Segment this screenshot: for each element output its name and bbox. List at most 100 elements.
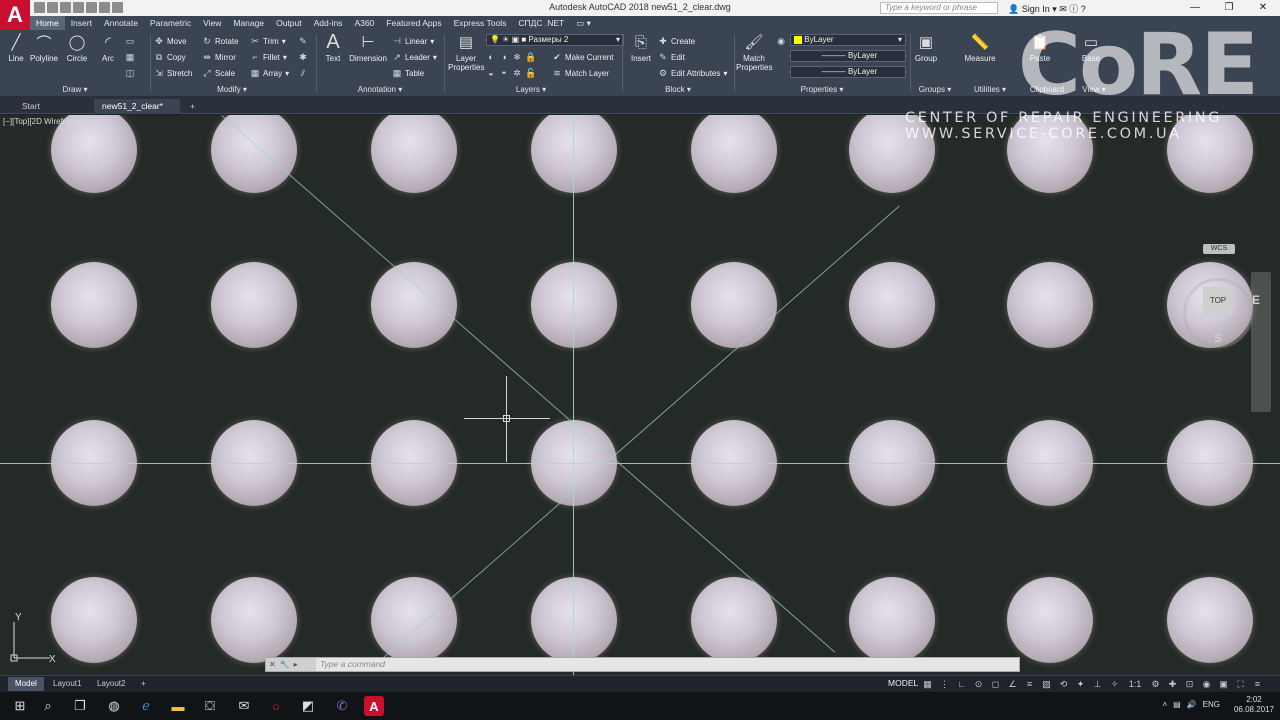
block-panel-title[interactable]: Block ▾ (624, 85, 732, 94)
properties-panel-title[interactable]: Properties ▾ (736, 85, 908, 94)
base-view-button[interactable]: ▭ Base (1078, 32, 1104, 63)
viewcube-top-face[interactable]: TOP (1203, 287, 1233, 315)
match-properties-button[interactable]: 🖌 Match Properties (736, 32, 772, 72)
tab-layout1[interactable]: Layout1 (46, 677, 88, 691)
tab-annotate[interactable]: Annotate (98, 16, 144, 30)
language-indicator[interactable]: ENG (1203, 700, 1220, 709)
paste-button[interactable]: 📋 Paste (1026, 32, 1054, 63)
search-icon[interactable]: ⌕ (38, 696, 58, 716)
windows-start-icon[interactable]: ⊞ (10, 696, 30, 716)
recent-commands-icon[interactable]: ▸ (294, 658, 298, 671)
move-button[interactable]: ✥ Move (154, 36, 186, 46)
app-icon[interactable]: ◩ (298, 696, 318, 716)
region-button[interactable]: ◫ (125, 68, 135, 78)
opera-icon[interactable]: ○ (266, 696, 286, 716)
trim-button[interactable]: ✂ Trim ▾ (250, 36, 286, 46)
grid-icon[interactable]: ▦ (922, 679, 933, 690)
layer-properties-button[interactable]: ▤ Layer Properties (448, 32, 484, 72)
tab-output[interactable]: Output (270, 16, 308, 30)
erase-button[interactable]: ✎ (298, 36, 308, 46)
otrack-icon[interactable]: ∠ (1007, 679, 1018, 690)
layer-freeze-icon[interactable]: ❄ (512, 52, 522, 62)
tab-add-ins[interactable]: Add-ins (308, 16, 349, 30)
sign-in-link[interactable]: 👤 Sign In ▾ ✉ ⓘ ? (1008, 2, 1086, 15)
wcs-menu[interactable]: WCS (1203, 244, 1235, 254)
tab-home[interactable]: Home (30, 16, 65, 30)
leader-button[interactable]: ↗ Leader ▾ (392, 52, 437, 62)
layer-dropdown[interactable]: 💡 ☀ ▣ ■ Размеры 2 ▾ (486, 34, 624, 46)
compass-west[interactable]: W (1179, 293, 1190, 307)
3d-osnap-icon[interactable]: ✦ (1075, 679, 1086, 690)
make-current-button[interactable]: ✔ Make Current (552, 52, 613, 62)
mirror-button[interactable]: ⇹ Mirror (202, 52, 236, 62)
edit-attributes-button[interactable]: ⚙ Edit Attributes ▾ (658, 68, 727, 78)
maximize-button[interactable]: ❐ (1212, 0, 1246, 16)
customization-icon[interactable]: ≡ (1252, 679, 1263, 690)
close-button[interactable]: ✕ (1246, 0, 1280, 16)
customize-icon[interactable]: 🔧 (280, 658, 290, 671)
tab-start[interactable]: Start (14, 99, 48, 114)
file-explorer-icon[interactable]: ▬ (168, 696, 188, 716)
chrome-icon[interactable]: ◍ (104, 696, 124, 716)
clean-screen-icon[interactable]: ⛶ (1235, 679, 1246, 690)
tab-layout2[interactable]: Layout2 (90, 677, 132, 691)
group-button[interactable]: ▣ Group (914, 32, 938, 63)
scale-button[interactable]: ⤢ Scale (202, 68, 235, 78)
layer-lock-icon[interactable]: 🔒 (525, 52, 536, 62)
ucs-dynamic-icon[interactable]: ⊥ (1092, 679, 1103, 690)
tab-express-tools[interactable]: Express Tools (448, 16, 513, 30)
tab-featured-apps[interactable]: Featured Apps (380, 16, 447, 30)
annotation-scale[interactable]: 1:1 (1126, 679, 1144, 690)
tray-overflow-icon[interactable]: ˄ (1162, 700, 1167, 709)
lineweight-icon[interactable]: ≡ (1024, 679, 1035, 690)
polyline-button[interactable]: ⌒ Polyline (28, 32, 60, 64)
offset-button[interactable]: ⫽ (298, 68, 308, 78)
utilities-panel-title[interactable]: Utilities ▾ (960, 85, 1020, 94)
arc-button[interactable]: ◜ Arc (95, 32, 121, 63)
hardware-acceleration-icon[interactable]: ▣ (1218, 679, 1229, 690)
selection-cycling-icon[interactable]: ⟲ (1058, 679, 1069, 690)
linear-button[interactable]: ⊣ Linear ▾ (392, 36, 434, 46)
snap-icon[interactable]: ⋮ (939, 679, 950, 690)
command-line[interactable]: ✕ 🔧 ▸ Type a command (265, 657, 1020, 672)
view-panel-title[interactable]: View ▾ (1074, 85, 1114, 94)
match-layer-button[interactable]: ≋ Match Layer (552, 68, 609, 78)
table-button[interactable]: ▦ Table (392, 68, 424, 78)
lineweight-dropdown[interactable]: ——— ByLayer (790, 66, 906, 78)
workspace-gear-icon[interactable]: ⚙ (1150, 679, 1161, 690)
tab-insert[interactable]: Insert (65, 16, 98, 30)
close-command-line-icon[interactable]: ✕ (269, 658, 276, 671)
clock[interactable]: 2:02 06.08.2017 (1234, 695, 1274, 715)
tab-spds-net[interactable]: СПДС .NET (512, 16, 570, 30)
fillet-button[interactable]: ⌐ Fillet ▾ (250, 52, 287, 62)
compass-south[interactable]: S (1214, 331, 1222, 345)
annotation-visibility-icon[interactable]: ✧ (1109, 679, 1120, 690)
ribbon-toggle-icon[interactable]: ▭ ▾ (570, 16, 597, 30)
tab-a360[interactable]: A360 (348, 16, 380, 30)
transparency-icon[interactable]: ▨ (1041, 679, 1052, 690)
edge-icon[interactable]: ℯ (136, 696, 156, 716)
color-dropdown[interactable]: ByLayer ▾ (790, 34, 906, 46)
isolate-objects-icon[interactable]: ◉ (1201, 679, 1212, 690)
compass-east[interactable]: E (1252, 293, 1260, 307)
command-input[interactable]: Type a command (320, 659, 385, 669)
search-input[interactable]: Type a keyword or phrase (880, 2, 998, 14)
hatch-button[interactable]: ▦ (125, 52, 135, 62)
text-button[interactable]: A Text (320, 31, 346, 64)
layer-on-icon[interactable]: ◒ (486, 68, 496, 78)
layers-panel-title[interactable]: Layers ▾ (446, 85, 616, 94)
mail-icon[interactable]: ✉ (234, 696, 254, 716)
edit-block-button[interactable]: ✎ Edit (658, 52, 685, 62)
application-menu-button[interactable]: A (0, 0, 30, 30)
volume-icon[interactable]: 🔊 (1187, 700, 1197, 709)
units-icon[interactable]: ⊡ (1184, 679, 1195, 690)
explode-button[interactable]: ✱ (298, 52, 308, 62)
tab-model[interactable]: Model (8, 677, 44, 691)
osnap-icon[interactable]: ◻ (990, 679, 1001, 690)
add-layout-button[interactable]: + (134, 677, 153, 691)
draw-panel-title[interactable]: Draw ▾ (0, 85, 150, 94)
linetype-dropdown[interactable]: ——— ByLayer (790, 50, 906, 62)
viber-icon[interactable]: ✆ (332, 696, 352, 716)
tab-drawing[interactable]: new51_2_clear* (94, 99, 180, 114)
layer-unlock-icon[interactable]: 🔓 (525, 68, 536, 78)
